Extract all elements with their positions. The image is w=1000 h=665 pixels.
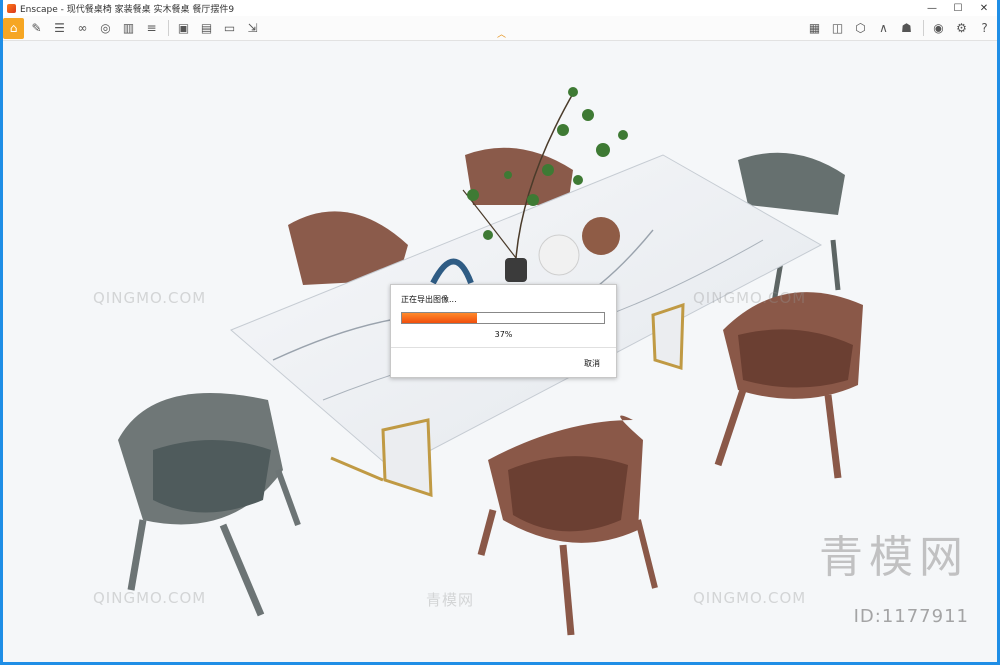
help-icon[interactable]: ?: [974, 18, 995, 39]
toolbar-divider: [168, 20, 169, 36]
watermark-text: QINGMO.COM: [93, 589, 207, 607]
bim-icon[interactable]: ☰: [49, 18, 70, 39]
binoculars-icon[interactable]: ∞: [72, 18, 93, 39]
minimize-button[interactable]: —: [919, 3, 945, 14]
watermark-text: QINGMO.COM: [693, 589, 807, 607]
model-id-label: ID:1177911: [853, 606, 969, 627]
brand-watermark: 青模网: [819, 532, 969, 583]
close-button[interactable]: ✕: [971, 3, 997, 14]
export-progress-dialog: 正在导出图像... 37% 取消: [390, 284, 617, 378]
enscape-window: Enscape - 现代餐桌椅 家装餐桌 实木餐桌 餐厅摆件9 — ☐ ✕ ⌂ …: [0, 0, 1000, 665]
watermark-text: QINGMO.COM: [93, 289, 207, 307]
export-icon[interactable]: ⇲: [242, 18, 263, 39]
materials-icon[interactable]: ◫: [827, 18, 848, 39]
home-icon[interactable]: ⌂: [3, 17, 24, 39]
hat-icon[interactable]: ☗: [896, 18, 917, 39]
city-icon[interactable]: ▥: [118, 18, 139, 39]
progress-fill: [402, 313, 477, 323]
cancel-button[interactable]: 取消: [584, 358, 600, 369]
dialog-divider: [391, 347, 616, 348]
asset-library-icon[interactable]: ▦: [804, 18, 825, 39]
eye-icon[interactable]: ◉: [928, 18, 949, 39]
toolbar-divider: [923, 20, 924, 36]
progress-percent: 37%: [494, 330, 513, 339]
pen-icon[interactable]: ✎: [26, 18, 47, 39]
watermark-text: QINGMO.COM: [693, 289, 807, 307]
panorama-icon[interactable]: ▭: [219, 18, 240, 39]
screenshot-icon[interactable]: ▣: [173, 18, 194, 39]
dialog-title: 正在导出图像...: [401, 295, 457, 304]
window-title: Enscape - 现代餐桌椅 家装餐桌 实木餐桌 餐厅摆件9: [20, 4, 235, 15]
export-progress-bar: [401, 312, 605, 324]
batch-render-icon[interactable]: ▤: [196, 18, 217, 39]
gear-icon[interactable]: ⚙: [951, 18, 972, 39]
chevron-up-icon[interactable]: ︿: [497, 27, 506, 40]
enscape-logo-icon: [7, 3, 16, 13]
vr-icon[interactable]: ∧: [873, 18, 894, 39]
maximize-button[interactable]: ☐: [945, 3, 971, 14]
cube-icon[interactable]: ⬡: [850, 18, 871, 39]
watermark-text: 青模网: [426, 591, 475, 609]
title-bar: Enscape - 现代餐桌椅 家装餐桌 实木餐桌 餐厅摆件9 — ☐ ✕: [3, 0, 997, 16]
map-icon[interactable]: ◎: [95, 18, 116, 39]
bars-icon[interactable]: ≡: [141, 18, 162, 39]
